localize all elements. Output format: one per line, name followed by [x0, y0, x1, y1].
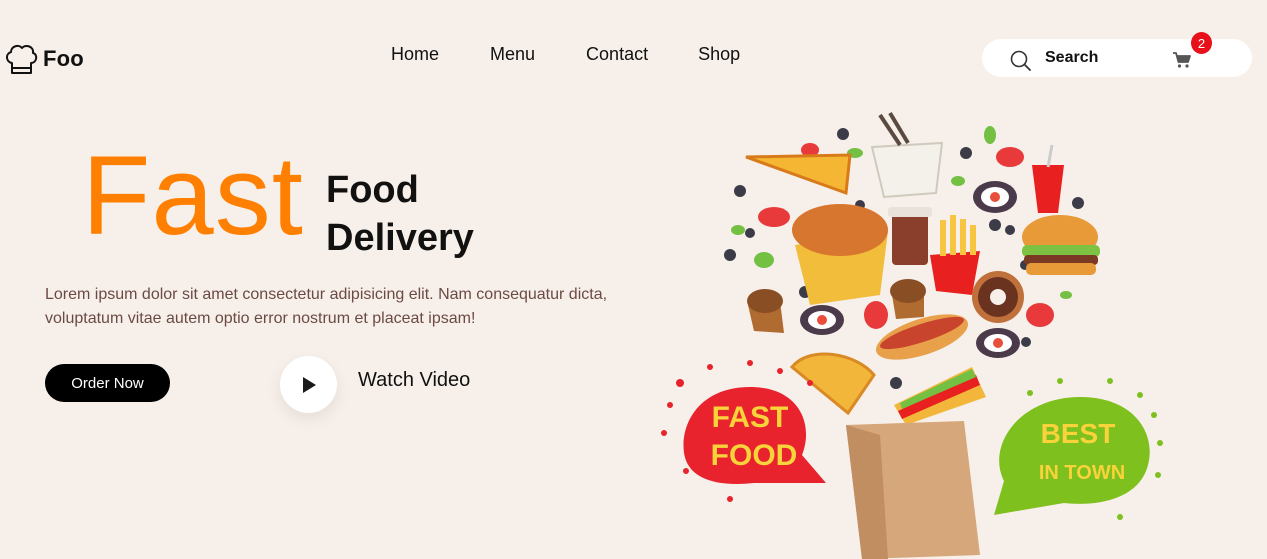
nav-contact[interactable]: Contact: [586, 44, 648, 65]
badge-text-fast: FAST: [712, 401, 789, 434]
play-video-button[interactable]: [280, 356, 337, 413]
play-icon: [302, 376, 316, 393]
nav-shop[interactable]: Shop: [698, 44, 740, 65]
taco: [789, 352, 876, 416]
hero-title-line1: Food: [326, 169, 419, 211]
logo-text: Foo: [43, 46, 84, 71]
nav-menu[interactable]: Menu: [490, 44, 535, 65]
chef-hat-icon: [6, 44, 38, 74]
order-now-button[interactable]: Order Now: [45, 364, 170, 402]
watch-video-link[interactable]: Watch Video: [358, 369, 470, 392]
noodle-box: [870, 141, 944, 199]
pizza-slice: [745, 153, 852, 196]
badge-text-in-town: IN TOWN: [1039, 462, 1125, 484]
logo[interactable]: Foo: [3, 42, 84, 76]
search-icon[interactable]: [1010, 50, 1031, 71]
fast-food-illustration: FAST FOOD BEST IN TOWN: [661, 111, 1163, 559]
hero-title-line2: Delivery: [326, 217, 474, 259]
hero-title-fast: Fast: [82, 133, 304, 258]
hero-subtitle: Food Delivery: [326, 166, 474, 262]
badge-text-best: BEST: [1041, 418, 1116, 449]
nav-home[interactable]: Home: [391, 44, 439, 65]
hero-description: Lorem ipsum dolor sit amet consectetur a…: [45, 286, 608, 327]
landing-page: Foo Home Menu Contact Shop Search 2 Fast…: [0, 0, 1267, 559]
badge-text-food: FOOD: [711, 439, 798, 472]
best-in-town-badge: BEST IN TOWN: [994, 378, 1163, 520]
cart-icon[interactable]: [1172, 51, 1192, 69]
cart-count-badge: 2: [1191, 32, 1212, 54]
soda-cup: [1032, 165, 1064, 213]
fries: [930, 251, 980, 295]
search-label[interactable]: Search: [1045, 49, 1098, 67]
fast-food-badge: FAST FOOD: [661, 360, 826, 502]
coffee-cup: [892, 213, 928, 265]
main-nav: Home Menu Contact Shop: [391, 44, 740, 65]
